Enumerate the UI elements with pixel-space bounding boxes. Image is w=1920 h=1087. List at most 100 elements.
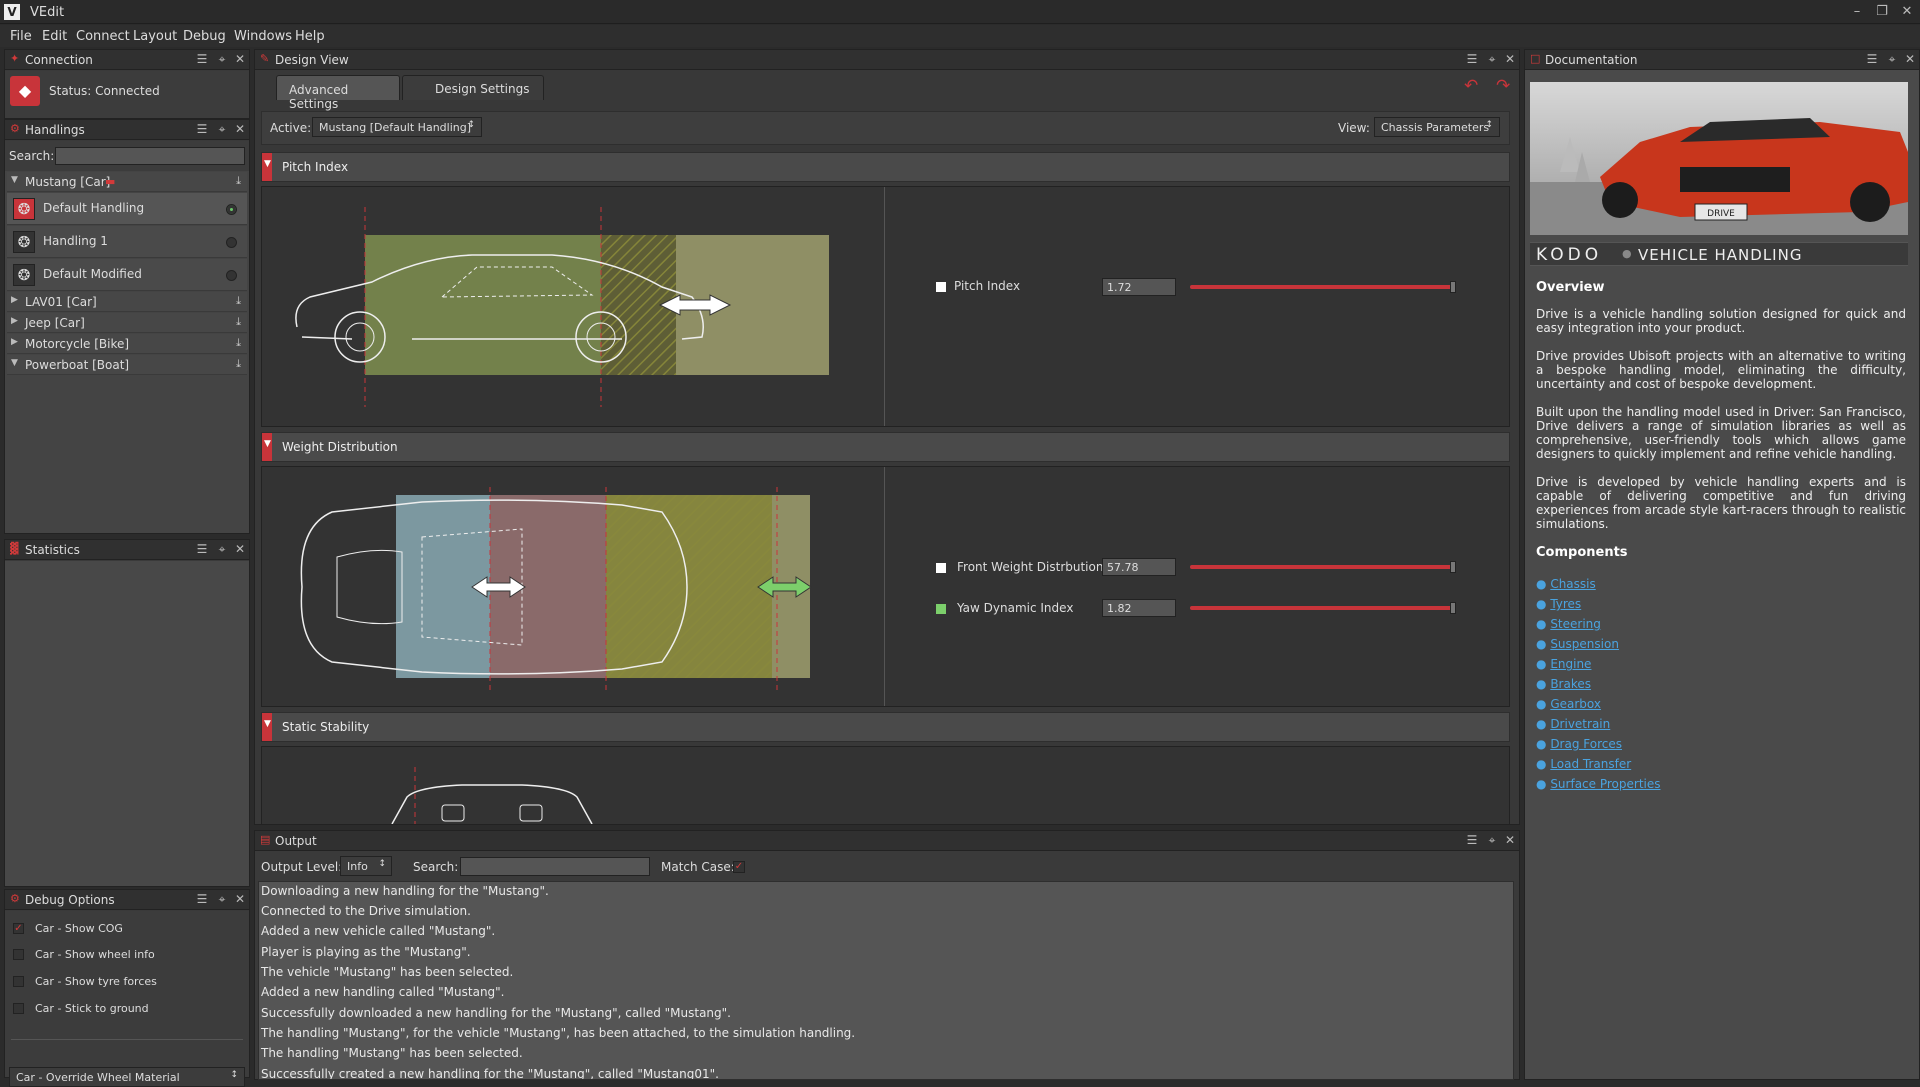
- download-icon[interactable]: ⤓: [236, 315, 241, 329]
- pin-icon[interactable]: ⌖: [1485, 52, 1499, 66]
- link-load-transfer[interactable]: Load Transfer: [1550, 757, 1631, 771]
- panel-menu-icon[interactable]: ☰: [195, 122, 209, 136]
- pin-icon[interactable]: ⌖: [1485, 833, 1499, 847]
- dropdown-value: Car - Override Wheel Material: [16, 1071, 180, 1084]
- tab-design-settings[interactable]: Design Settings: [402, 75, 544, 100]
- yaw-dynamic-slider-handle[interactable]: [1450, 602, 1456, 614]
- tree-group-lav01[interactable]: ▶ LAV01 [Car] ⤓: [7, 292, 247, 312]
- panel-menu-icon[interactable]: ☰: [1465, 833, 1479, 847]
- wheel-material-dropdown[interactable]: Car - Override Wheel Material ↕: [9, 1067, 245, 1087]
- panel-close-icon[interactable]: ✕: [1903, 52, 1917, 66]
- panel-close-icon[interactable]: ✕: [233, 122, 247, 136]
- panel-close-icon[interactable]: ✕: [1503, 833, 1517, 847]
- handling-item-default-modified[interactable]: ❂ Default Modified: [7, 259, 247, 291]
- active-radio[interactable]: [226, 204, 237, 215]
- checkbox[interactable]: [13, 976, 24, 987]
- yaw-dynamic-slider[interactable]: [1190, 606, 1454, 610]
- menu-layout[interactable]: Layout: [133, 29, 177, 44]
- pitch-index-slider-handle[interactable]: [1450, 281, 1456, 293]
- chevron-down-icon[interactable]: ▼: [264, 159, 271, 169]
- chevron-down-icon[interactable]: ▼: [264, 719, 271, 729]
- minimize-icon[interactable]: –: [1847, 3, 1867, 21]
- chevron-down-icon[interactable]: ▼: [264, 439, 271, 449]
- link-engine[interactable]: Engine: [1550, 657, 1591, 671]
- tree-group-mustang[interactable]: ▼ Mustang [Car] ▬ ⤓: [7, 172, 247, 192]
- redo-icon[interactable]: ↷: [1496, 76, 1510, 96]
- handling-item-1[interactable]: ❂ Handling 1: [7, 226, 247, 258]
- download-icon[interactable]: ⤓: [236, 336, 241, 350]
- checkbox[interactable]: [13, 949, 24, 960]
- front-weight-slider-handle[interactable]: [1450, 561, 1456, 573]
- pitch-index-slider[interactable]: [1190, 285, 1454, 289]
- menu-debug[interactable]: Debug: [183, 29, 226, 44]
- link-brakes[interactable]: Brakes: [1550, 677, 1591, 691]
- menu-help[interactable]: Help: [295, 29, 325, 44]
- panel-close-icon[interactable]: ✕: [233, 52, 247, 66]
- handlings-search-input[interactable]: [55, 147, 245, 165]
- download-icon[interactable]: ⤓: [236, 294, 241, 308]
- output-level-dropdown[interactable]: Info ↕: [340, 856, 392, 876]
- debug-option-label: Car - Show tyre forces: [35, 975, 157, 988]
- panel-close-icon[interactable]: ✕: [233, 892, 247, 906]
- tree-group-motorcycle[interactable]: ▶ Motorcycle [Bike] ⤓: [7, 334, 247, 354]
- collapsed-arrow-icon[interactable]: ▶: [11, 337, 18, 347]
- tree-group-jeep[interactable]: ▶ Jeep [Car] ⤓: [7, 313, 247, 333]
- download-icon[interactable]: ⤓: [236, 174, 241, 188]
- panel-close-icon[interactable]: ✕: [1503, 52, 1517, 66]
- view-dropdown[interactable]: Chassis Parameters ↕: [1374, 117, 1500, 137]
- close-icon[interactable]: ✕: [1897, 3, 1917, 21]
- output-search-input[interactable]: [460, 857, 650, 876]
- active-handling-dropdown[interactable]: Mustang [Default Handling] ↕: [312, 117, 482, 137]
- match-case-checkbox[interactable]: ✓: [733, 861, 745, 873]
- collapsed-arrow-icon[interactable]: ▶: [11, 316, 18, 326]
- panel-menu-icon[interactable]: ☰: [195, 52, 209, 66]
- panel-menu-icon[interactable]: ☰: [195, 892, 209, 906]
- link-surface-properties[interactable]: Surface Properties: [1550, 777, 1660, 791]
- menu-connect[interactable]: Connect: [76, 29, 130, 44]
- undo-icon[interactable]: ↶: [1464, 76, 1478, 96]
- link-tyres[interactable]: Tyres: [1550, 597, 1581, 611]
- collapsed-arrow-icon[interactable]: ▶: [11, 295, 18, 305]
- debug-option-stick-to-ground[interactable]: Car - Stick to ground: [13, 1002, 149, 1015]
- inactive-radio[interactable]: [226, 270, 237, 281]
- inactive-radio[interactable]: [226, 237, 237, 248]
- pin-icon[interactable]: ⌖: [1885, 52, 1899, 66]
- tree-group-powerboat[interactable]: ▼ Powerboat [Boat] ⤓: [7, 355, 247, 375]
- panel-menu-icon[interactable]: ☰: [195, 542, 209, 556]
- tab-advanced-settings[interactable]: Advanced Settings: [276, 75, 400, 111]
- menu-edit[interactable]: Edit: [42, 29, 67, 44]
- front-weight-slider[interactable]: [1190, 565, 1454, 569]
- link-gearbox[interactable]: Gearbox: [1550, 697, 1601, 711]
- link-drivetrain[interactable]: Drivetrain: [1550, 717, 1610, 731]
- pin-icon[interactable]: ⌖: [215, 122, 229, 136]
- panel-menu-icon[interactable]: ☰: [1865, 52, 1879, 66]
- link-drag-forces[interactable]: Drag Forces: [1550, 737, 1622, 751]
- menu-file[interactable]: File: [10, 29, 32, 44]
- checkbox[interactable]: [13, 1003, 24, 1014]
- link-suspension[interactable]: Suspension: [1550, 637, 1619, 651]
- pitch-index-input[interactable]: 1.72: [1102, 278, 1176, 296]
- checkbox-checked[interactable]: ✓: [13, 923, 24, 934]
- link-chassis[interactable]: Chassis: [1550, 577, 1595, 591]
- menu-windows[interactable]: Windows: [234, 29, 292, 44]
- debug-option-tyre-forces[interactable]: Car - Show tyre forces: [13, 975, 157, 988]
- section-pitch-index[interactable]: ▼ Pitch Index: [261, 152, 1510, 182]
- expanded-arrow-icon[interactable]: ▼: [11, 358, 18, 368]
- pin-icon[interactable]: ⌖: [215, 52, 229, 66]
- pin-icon[interactable]: ⌖: [215, 542, 229, 556]
- panel-menu-icon[interactable]: ☰: [1465, 52, 1479, 66]
- section-static-stability[interactable]: ▼ Static Stability: [261, 712, 1510, 742]
- link-steering[interactable]: Steering: [1550, 617, 1601, 631]
- front-weight-input[interactable]: 57.78: [1102, 558, 1176, 576]
- debug-option-show-cog[interactable]: ✓ Car - Show COG: [13, 922, 123, 935]
- debug-option-wheel-info[interactable]: Car - Show wheel info: [13, 948, 155, 961]
- log-line: Player is playing as the "Mustang".: [261, 945, 471, 959]
- section-weight-distribution[interactable]: ▼ Weight Distribution: [261, 432, 1510, 462]
- download-icon[interactable]: ⤓: [236, 357, 241, 371]
- panel-close-icon[interactable]: ✕: [233, 542, 247, 556]
- handling-item-default[interactable]: ❂ Default Handling: [7, 193, 247, 225]
- restore-icon[interactable]: ❐: [1872, 3, 1892, 21]
- pin-icon[interactable]: ⌖: [215, 892, 229, 906]
- expanded-arrow-icon[interactable]: ▼: [11, 175, 18, 185]
- yaw-dynamic-input[interactable]: 1.82: [1102, 599, 1176, 617]
